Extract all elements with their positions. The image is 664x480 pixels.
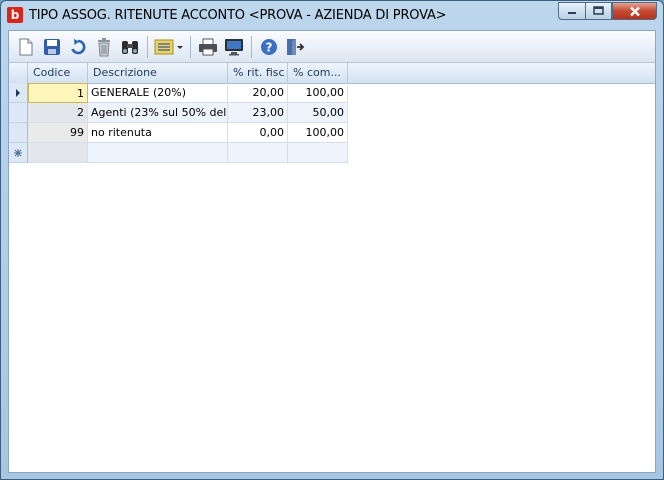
- new-cell-codice[interactable]: [28, 143, 88, 163]
- column-header-rit-fisc[interactable]: % rit. fisc: [228, 63, 288, 83]
- current-row-arrow-icon: [16, 88, 20, 97]
- column-header-com[interactable]: % com...: [288, 63, 348, 83]
- find-binoculars-icon: [122, 40, 138, 54]
- undo-button[interactable]: [65, 34, 91, 60]
- row-selector[interactable]: [9, 83, 28, 103]
- cell-codice[interactable]: 2: [28, 103, 88, 123]
- minimize-icon: [568, 12, 576, 14]
- client-area: ? Codice Descrizione % rit. fisc % com..…: [8, 30, 656, 473]
- column-chooser-icon: [154, 39, 183, 54]
- grid-header: Codice Descrizione % rit. fisc % com...: [9, 63, 655, 84]
- new-document-icon: [19, 38, 33, 55]
- undo-icon: [71, 38, 86, 54]
- cell-descrizione[interactable]: GENERALE (20%): [88, 83, 228, 103]
- preview-button[interactable]: [221, 34, 247, 60]
- close-button[interactable]: [612, 2, 657, 20]
- cell-codice[interactable]: 99: [28, 123, 88, 143]
- toolbar-separator: [147, 35, 148, 58]
- data-grid[interactable]: Codice Descrizione % rit. fisc % com... …: [9, 63, 655, 472]
- app-icon[interactable]: b: [7, 7, 23, 23]
- print-button[interactable]: [195, 34, 221, 60]
- header-selector: [9, 63, 28, 83]
- new-cell-descrizione[interactable]: [88, 143, 228, 163]
- cell-rit-fisc[interactable]: 20,00: [228, 83, 288, 103]
- cell-descrizione[interactable]: Agenti (23% sul 50% del: [88, 103, 228, 123]
- cell-codice[interactable]: 1: [28, 83, 88, 103]
- row-selector[interactable]: [9, 103, 28, 123]
- column-header-codice[interactable]: Codice: [28, 63, 88, 83]
- maximize-icon: [593, 6, 604, 15]
- preview-monitor-icon: [225, 38, 243, 55]
- new-button[interactable]: [13, 34, 39, 60]
- columns-dropdown-button[interactable]: [152, 34, 186, 60]
- main-window: b TIPO ASSOG. RITENUTE ACCONTO <PROVA - …: [0, 0, 664, 480]
- cell-com[interactable]: 50,00: [288, 103, 348, 123]
- toolbar: ?: [9, 31, 655, 63]
- find-button[interactable]: [117, 34, 143, 60]
- toolbar-separator: [251, 35, 252, 58]
- close-icon: [629, 6, 640, 16]
- help-button[interactable]: ?: [256, 34, 282, 60]
- new-cell-rit-fisc[interactable]: [228, 143, 288, 163]
- title-bar[interactable]: b TIPO ASSOG. RITENUTE ACCONTO <PROVA - …: [1, 1, 663, 29]
- svg-text:?: ?: [266, 40, 273, 54]
- save-icon: [44, 38, 60, 55]
- new-row-selector[interactable]: [9, 143, 28, 163]
- exit-button[interactable]: [282, 34, 308, 60]
- maximize-button[interactable]: [585, 2, 612, 20]
- delete-button[interactable]: [91, 34, 117, 60]
- exit-icon: [287, 38, 305, 55]
- cell-rit-fisc[interactable]: 23,00: [228, 103, 288, 123]
- minimize-button[interactable]: [558, 2, 585, 20]
- new-cell-com[interactable]: [288, 143, 348, 163]
- print-icon: [199, 38, 217, 55]
- cell-com[interactable]: 100,00: [288, 83, 348, 103]
- delete-icon: [98, 37, 110, 56]
- cell-rit-fisc[interactable]: 0,00: [228, 123, 288, 143]
- save-button[interactable]: [39, 34, 65, 60]
- window-title: TIPO ASSOG. RITENUTE ACCONTO <PROVA - AZ…: [29, 8, 447, 23]
- help-icon: ?: [261, 38, 277, 55]
- cell-descrizione[interactable]: no ritenuta: [88, 123, 228, 143]
- cell-com[interactable]: 100,00: [288, 123, 348, 143]
- new-row-asterisk-icon: [14, 148, 22, 157]
- row-selector[interactable]: [9, 123, 28, 143]
- toolbar-separator: [190, 35, 191, 58]
- column-header-descrizione[interactable]: Descrizione: [88, 63, 228, 83]
